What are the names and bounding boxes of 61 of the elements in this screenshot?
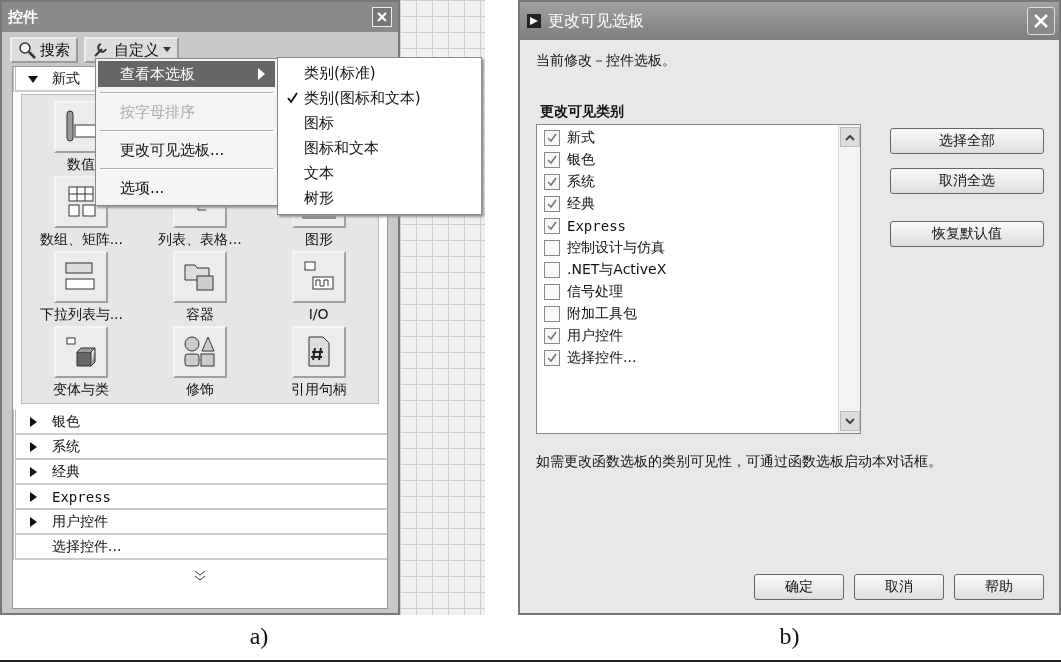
checkbox-label: 用户控件 [567, 327, 623, 345]
submenu-item[interactable]: 类别(标准) [278, 61, 481, 86]
intro-text: 当前修改－控件选板。 [536, 52, 677, 70]
submenu-item[interactable]: 图标 [278, 111, 481, 136]
search-button[interactable]: 搜索 [10, 37, 78, 63]
checkbox-label: Express [567, 218, 626, 234]
palette-label: 引用句柄 [290, 381, 347, 399]
palette-label: 修饰 [186, 381, 214, 399]
palette-label: 容器 [186, 306, 214, 324]
palette-label: 下拉列表与... [39, 306, 123, 324]
figure-caption: b) [778, 622, 801, 651]
submenu-label: 图标 [304, 114, 334, 133]
submenu-item[interactable]: 类别(图标和文本) [278, 86, 481, 111]
note-text: 如需更改函数选板的类别可见性，可通过函数选板启动本对话框。 [536, 453, 943, 471]
checkbox-label: 附加工具包 [567, 305, 637, 323]
category-label: Express [52, 488, 111, 505]
dialog-button[interactable]: 取消全选 [890, 168, 1044, 194]
checkbox-label: .NET与ActiveX [567, 261, 667, 279]
menu-item[interactable]: 更改可见选板... [98, 137, 275, 163]
list-heading: 更改可见类别 [540, 103, 625, 121]
palette-label: 数组、矩阵... [39, 231, 123, 249]
category-row[interactable]: Express [13, 485, 387, 510]
menu-item[interactable]: 查看本选板 [98, 61, 275, 87]
dialog-button[interactable]: 确定 [754, 574, 844, 600]
dialog-button[interactable]: 取消 [854, 574, 944, 600]
window-title: 控件 [8, 7, 38, 27]
category-row[interactable]: 银色 [13, 410, 387, 435]
checkbox-label: 系统 [567, 173, 595, 191]
submenu-label: 图标和文本 [304, 139, 379, 158]
category-label: 经典 [52, 462, 80, 481]
submenu-label: 文本 [304, 164, 334, 183]
category-label: 新式 [52, 69, 80, 88]
figure-caption: a) [248, 622, 270, 651]
checkbox-label: 经典 [567, 195, 595, 213]
dialog-button[interactable]: 帮助 [954, 574, 1044, 600]
palette-label: 变体与类 [53, 381, 110, 399]
palette-label: 图形 [304, 231, 333, 249]
category-label: 用户控件 [52, 512, 108, 531]
palette-label: I/O [308, 306, 329, 322]
submenu-label: 类别(图标和文本) [304, 89, 421, 108]
palette-label: 列表、表格... [158, 231, 242, 249]
category-row[interactable]: 经典 [13, 460, 387, 485]
palette-label: 数值 [67, 156, 96, 174]
dialog-button[interactable]: 恢复默认值 [890, 221, 1044, 247]
checkbox-label: 银色 [567, 151, 595, 169]
category-label: 银色 [52, 412, 80, 431]
submenu-label: 类别(标准) [304, 64, 376, 83]
checkbox-label: 选择控件... [567, 349, 637, 367]
category-label: 系统 [52, 437, 80, 456]
menu-item[interactable]: 选项... [98, 175, 275, 201]
category-row[interactable]: 选择控件... [13, 535, 387, 560]
category-label: 选择控件... [52, 537, 122, 556]
dialog-button[interactable]: 选择全部 [890, 128, 1044, 154]
checkbox-label: 信号处理 [567, 283, 623, 301]
window-title: 更改可见选板 [548, 10, 644, 32]
category-row[interactable]: 用户控件 [13, 510, 387, 535]
checkbox-label: 控制设计与仿真 [567, 239, 665, 257]
checkbox-label: 新式 [567, 129, 595, 147]
submenu-item[interactable]: 图标和文本 [278, 136, 481, 161]
category-row[interactable]: 系统 [13, 435, 387, 460]
submenu-item[interactable]: 文本 [278, 161, 481, 186]
